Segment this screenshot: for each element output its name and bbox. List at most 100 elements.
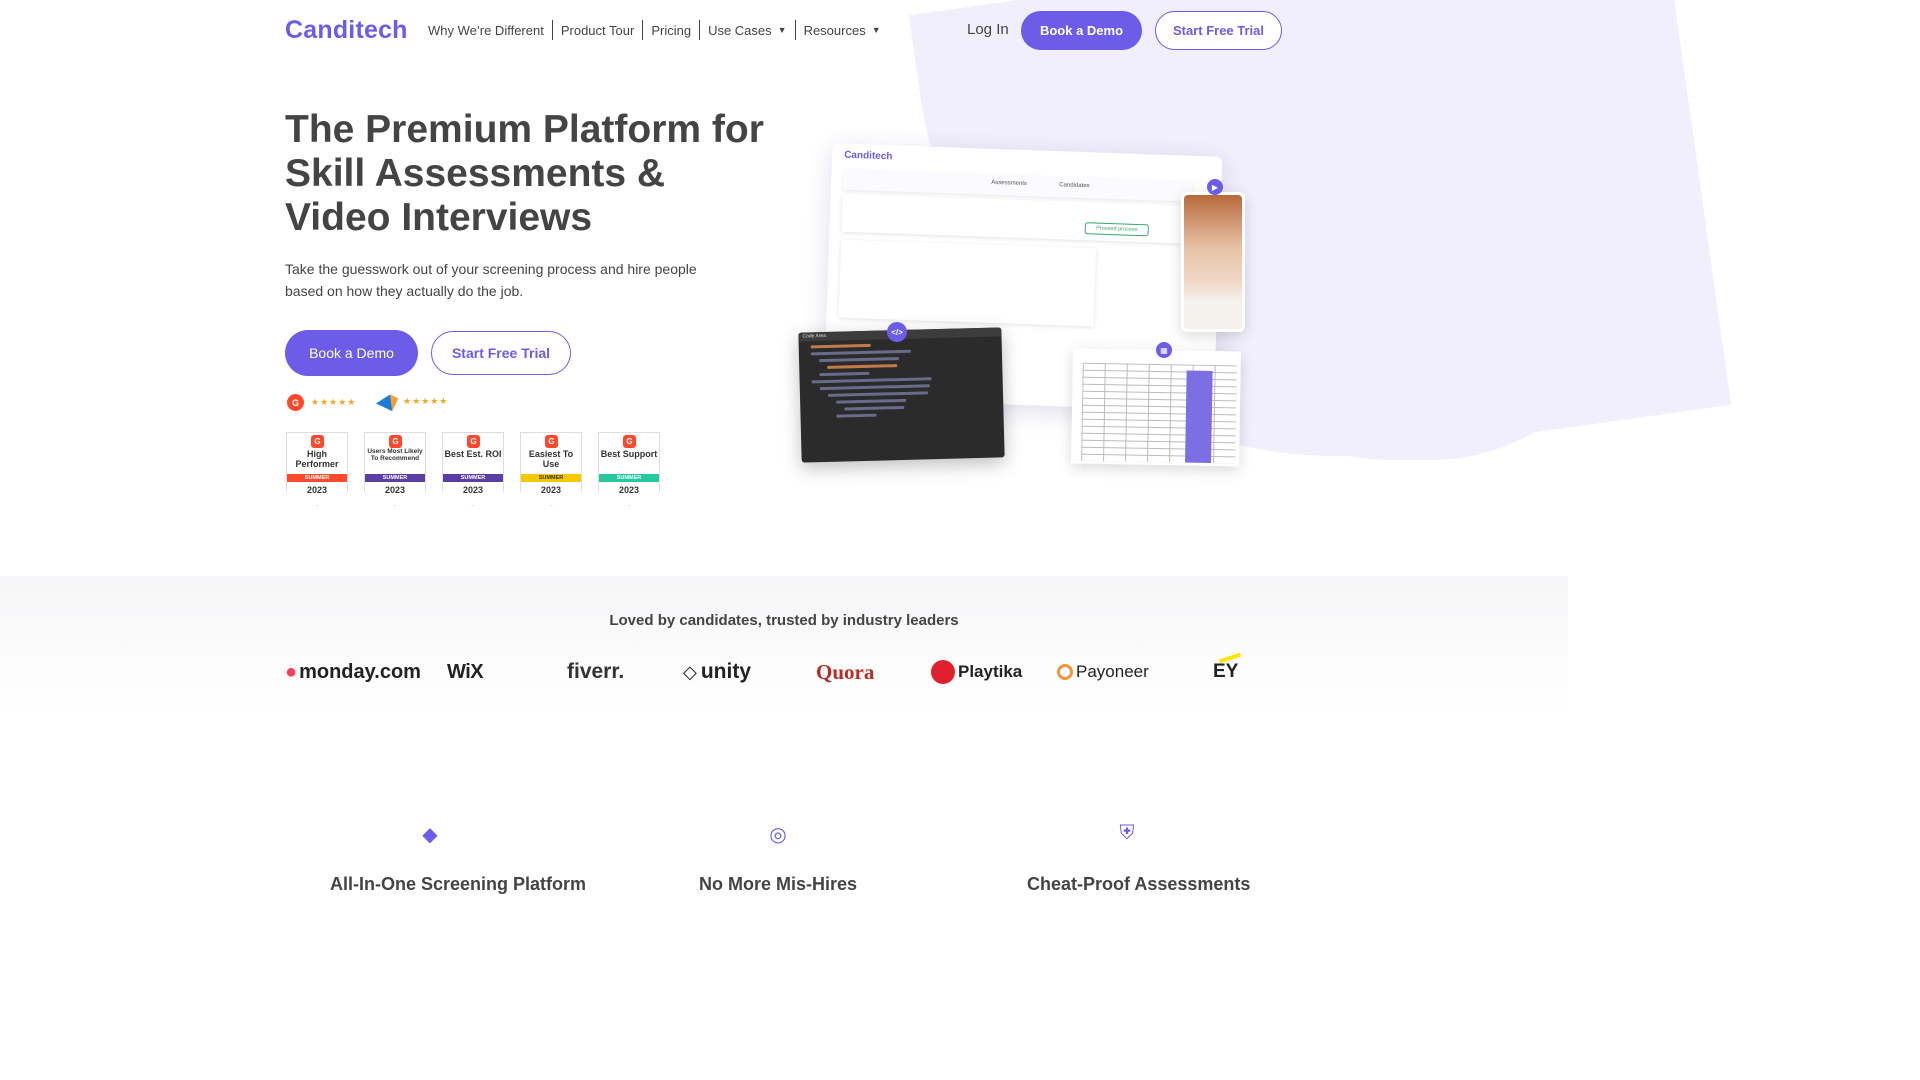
- g2-icon: G: [467, 435, 480, 448]
- logo-playtika: Playtika: [931, 656, 1022, 688]
- hero-book-demo-button[interactable]: Book a Demo: [285, 330, 418, 376]
- unity-cube-icon: ◇: [683, 661, 697, 682]
- nav-resources[interactable]: Resources ▼: [794, 20, 889, 40]
- code-line: [836, 398, 907, 404]
- badge-season: SUMMER: [521, 474, 581, 482]
- nav-label: Why We’re Different: [428, 22, 544, 38]
- five-star-rating-icon: ★★★★★: [403, 395, 449, 406]
- logo-text: Payoneer: [1076, 662, 1149, 681]
- badge-title: Users Most Likely To Recommend: [367, 448, 423, 462]
- g2-icon: G: [545, 435, 558, 448]
- logo-text: monday.com: [299, 660, 421, 683]
- badge-best-support: G Best Support SUMMER 2023: [598, 432, 660, 506]
- feature-title: Cheat-Proof Assessments: [1027, 874, 1251, 894]
- badge-year: 2023: [306, 485, 328, 495]
- spreadsheet-highlight: [1185, 370, 1213, 463]
- logo-text: Playtika: [958, 662, 1023, 681]
- nav-pricing[interactable]: Pricing: [642, 20, 699, 40]
- chevron-down-icon: ▼: [777, 25, 787, 35]
- badge-title: Easiest To Use: [528, 449, 574, 469]
- g2-icon: G: [311, 435, 324, 448]
- brand-logo[interactable]: Canditech: [285, 16, 408, 45]
- code-line: [819, 384, 930, 391]
- fingerprint-icon: ◎: [769, 824, 787, 846]
- five-star-rating-icon: ★★★★★: [311, 397, 357, 407]
- code-line: [827, 364, 898, 369]
- code-line: [827, 391, 928, 397]
- feature-title: No More Mis-Hires: [698, 874, 858, 894]
- badge-season: SUMMER: [599, 474, 659, 482]
- header-book-demo-button[interactable]: Book a Demo: [1021, 11, 1142, 50]
- code-icon: </>: [887, 322, 907, 342]
- feature-title: All-In-One Screening Platform: [330, 874, 587, 894]
- badge-year: 2023: [618, 485, 640, 495]
- candidate-photo: [1184, 195, 1242, 329]
- mockup-tab-assessments: Assessments: [991, 179, 1028, 188]
- nav-label: Product Tour: [560, 22, 635, 38]
- login-link[interactable]: Log In: [967, 21, 1009, 38]
- logo-unity: ◇ unity: [683, 656, 751, 688]
- video-icon: ▶: [1207, 179, 1223, 195]
- badge-season: SUMMER: [443, 474, 503, 482]
- payoneer-ring-icon: [1057, 664, 1073, 680]
- logo-payoneer: Payoneer: [1057, 656, 1149, 688]
- hero-subtitle: Take the guesswork out of your screening…: [285, 261, 697, 299]
- nav-why-different[interactable]: Why We’re Different: [420, 20, 552, 40]
- nav-product-tour[interactable]: Product Tour: [551, 20, 642, 40]
- feature-cheat-proof: ⛨ Cheat-Proof Assessments: [1027, 822, 1251, 895]
- mockup-panel: [838, 239, 1097, 327]
- badge-year: 2023: [384, 485, 406, 495]
- logo-monday: ● monday.com: [285, 656, 421, 688]
- header-free-trial-button[interactable]: Start Free Trial: [1155, 11, 1282, 50]
- badge-best-roi: G Best Est. ROI SUMMER 2023: [442, 432, 504, 506]
- spreadsheet-preview: [1071, 348, 1241, 467]
- mockup-panel: [841, 193, 1193, 244]
- code-line: [810, 343, 871, 349]
- monday-mark-icon: ●: [285, 660, 298, 683]
- logo-ey: EY: [1213, 652, 1242, 688]
- code-line: [811, 377, 932, 384]
- playtika-mark-icon: [931, 660, 955, 684]
- g2-icon: G: [287, 394, 304, 411]
- capterra-rating[interactable]: ★★★★★: [375, 390, 449, 412]
- mockup-proceed-chip: Proceed process: [1084, 222, 1149, 237]
- mockup-tab-candidates: Candidates: [1059, 182, 1090, 190]
- g2-rating[interactable]: G ★★★★★: [287, 394, 356, 411]
- badge-season: SUMMER: [287, 474, 347, 482]
- site-header: Canditech Why We’re Different Product To…: [0, 0, 1568, 60]
- badge-year: 2023: [540, 485, 562, 495]
- logo-wix: WiX: [447, 660, 484, 683]
- mockup-logo: Canditech: [843, 149, 893, 163]
- badge-title: Best Support: [600, 449, 658, 459]
- video-interview-preview: [1181, 192, 1245, 332]
- feature-all-in-one: ◆ All-In-One Screening Platform: [330, 822, 587, 895]
- client-logos: ● monday.com WiX fiverr. ◇ unity Quora P…: [285, 652, 1245, 688]
- code-line: [819, 371, 870, 377]
- code-line: [836, 413, 877, 418]
- logo-text: EY: [1213, 661, 1239, 682]
- chevron-down-icon: ▼: [871, 25, 881, 35]
- shield-icon: ⛨: [1119, 822, 1135, 844]
- code-line: [844, 405, 905, 411]
- trusted-section: [0, 576, 1568, 711]
- badge-users-most-likely: G Users Most Likely To Recommend SUMMER …: [364, 432, 426, 506]
- nav-use-cases[interactable]: Use Cases ▼: [699, 20, 795, 40]
- logo-text: unity: [700, 660, 752, 683]
- main-nav: Why We’re Different Product Tour Pricing…: [420, 20, 889, 40]
- code-editor-preview: Code Area: [798, 327, 1005, 463]
- capterra-icon: [375, 390, 399, 412]
- diamond-icon: ◆: [422, 824, 438, 846]
- nav-label: Pricing: [651, 22, 692, 38]
- logo-fiverr: fiverr.: [567, 660, 625, 683]
- badge-high-performer: G High Performer SUMMER 2023: [286, 432, 348, 506]
- trusted-title: Loved by candidates, trusted by industry…: [609, 612, 959, 629]
- spreadsheet-icon: ▦: [1156, 342, 1172, 358]
- badge-year: 2023: [462, 485, 484, 495]
- g2-badges: G High Performer SUMMER 2023 G Users Mos…: [286, 432, 660, 506]
- hero-free-trial-button[interactable]: Start Free Trial: [431, 331, 571, 375]
- spreadsheet-grid: [1081, 362, 1237, 464]
- badge-easiest-to-use: G Easiest To Use SUMMER 2023: [520, 432, 582, 506]
- badge-title: Best Est. ROI: [444, 449, 502, 459]
- nav-label: Resources: [803, 22, 866, 38]
- hero-title: The Premium Platform for Skill Assessmen…: [285, 108, 764, 239]
